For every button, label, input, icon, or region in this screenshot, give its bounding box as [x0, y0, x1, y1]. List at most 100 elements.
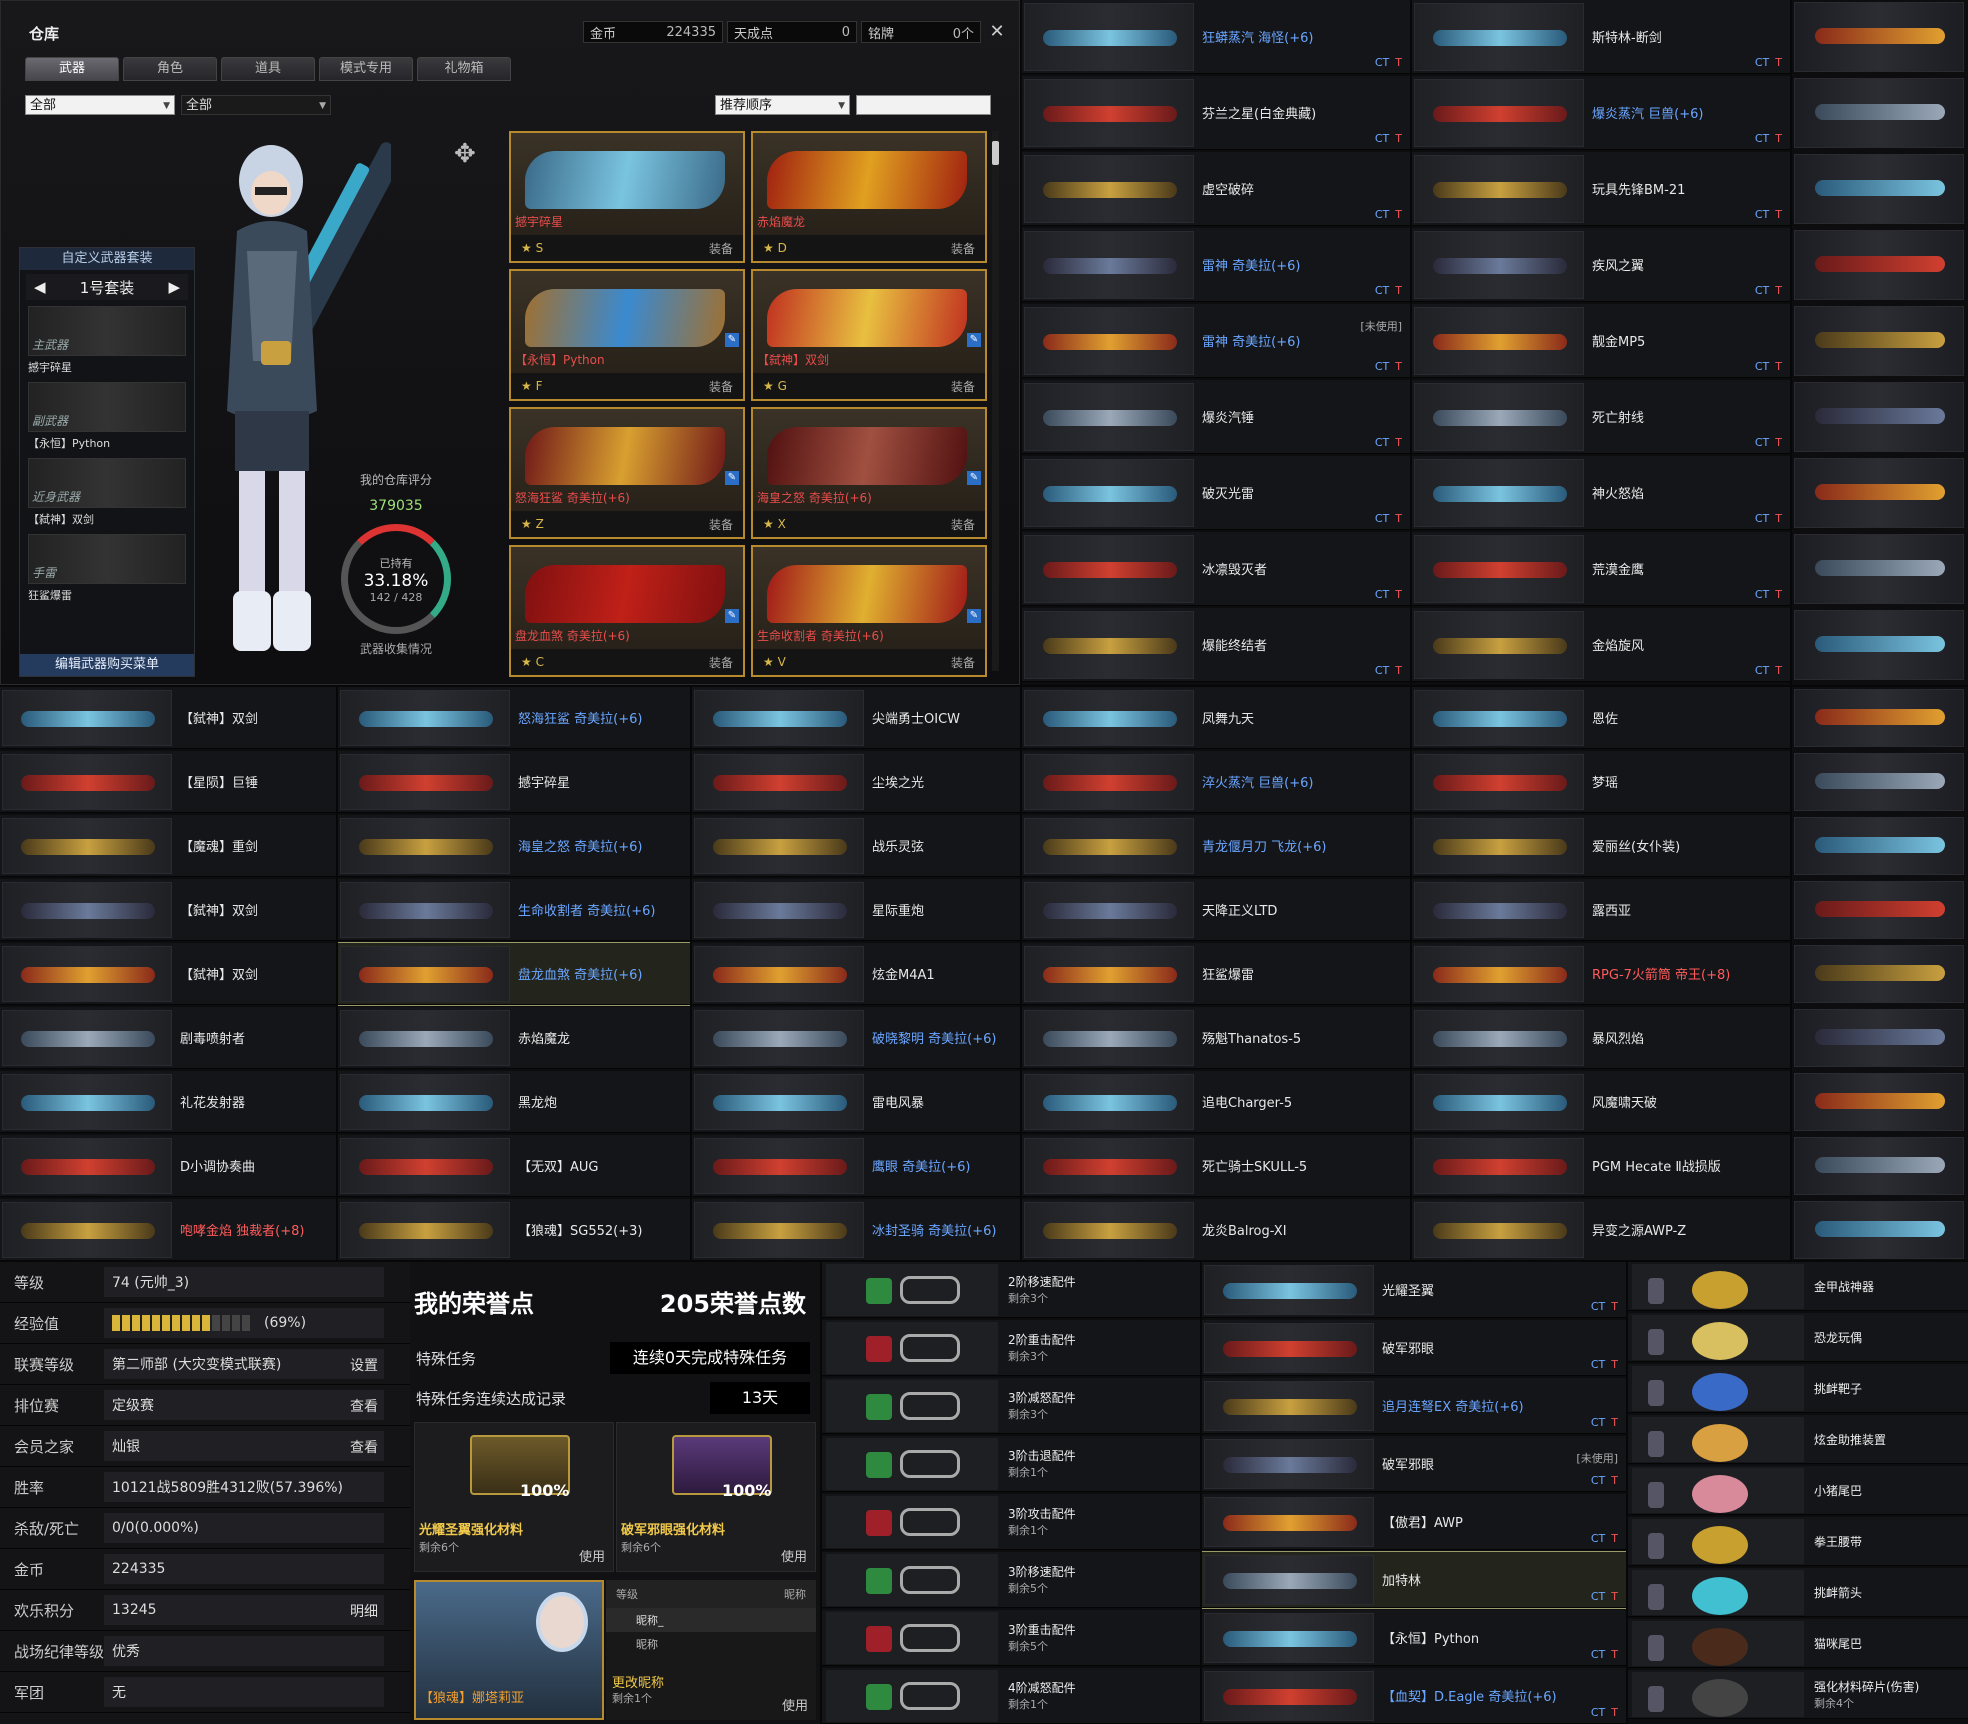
list-item[interactable]: 神火怒焰 CT T — [1412, 456, 1790, 530]
equip-button[interactable]: 装备 — [709, 654, 733, 671]
list-item[interactable]: 淬火蒸汽 巨兽(+6) — [1022, 751, 1410, 813]
sort-dropdown[interactable]: 推荐顺序 ▼ — [715, 95, 850, 115]
list-item[interactable]: 异变之源AWP-Z — [1412, 1199, 1790, 1260]
profile-action-button[interactable]: 查看 — [350, 1437, 378, 1457]
item-thumbnail[interactable] — [1794, 1073, 1964, 1131]
list-item[interactable]: 殇魁Thanatos-5 — [1022, 1007, 1410, 1069]
search-input[interactable] — [856, 95, 991, 115]
use-button[interactable]: 使用 — [782, 1695, 808, 1714]
list-item[interactable]: D小调协奏曲 — [0, 1135, 336, 1197]
chevron-left-icon[interactable]: ◀ — [34, 278, 46, 296]
list-item[interactable]: 金焰旋风 CT T — [1412, 608, 1790, 682]
list-item[interactable]: 海皇之怒 奇美拉(+6) — [338, 815, 690, 877]
list-item[interactable]: 雷神 奇美拉(+6) [未使用] CT T — [1022, 304, 1410, 378]
list-item[interactable]: 龙炎Balrog-XI — [1022, 1199, 1410, 1260]
list-item[interactable]: 黑龙炮 — [338, 1071, 690, 1133]
list-item[interactable]: 【血契】D.Eagle 奇美拉(+6) CT T — [1202, 1668, 1626, 1724]
item-thumbnail[interactable] — [1794, 458, 1964, 528]
tab-gift-box[interactable]: 礼物箱 — [417, 57, 511, 81]
item-thumbnail[interactable] — [1794, 881, 1964, 939]
list-item[interactable]: 怒海狂鲨 奇美拉(+6) — [338, 687, 690, 749]
character-card[interactable]: 【狼魂】娜塔莉亚 — [414, 1580, 604, 1720]
list-item[interactable]: 玩具先锋BM-21 CT T — [1412, 152, 1790, 226]
equip-button[interactable]: 装备 — [951, 378, 975, 395]
equip-button[interactable]: 装备 — [951, 240, 975, 257]
list-item[interactable]: RPG-7火箭筒 帝王(+8) — [1412, 943, 1790, 1005]
edit-weapon-menu-button[interactable]: 编辑武器购买菜单 — [20, 654, 194, 676]
part-item[interactable]: 2阶重击配件 剩余3个 — [822, 1320, 1200, 1376]
list-item[interactable]: 追月连弩EX 奇美拉(+6) CT T — [1202, 1378, 1626, 1434]
list-item[interactable]: 爆能终结者 CT T — [1022, 608, 1410, 682]
list-item[interactable]: 炫金M4A1 — [692, 943, 1020, 1005]
part-item[interactable]: 3阶重击配件 剩余5个 — [822, 1610, 1200, 1666]
accessory-item[interactable]: 恐龙玩偶 — [1628, 1313, 1968, 1362]
list-item[interactable]: 咆哮金焰 独裁者(+8) — [0, 1199, 336, 1260]
list-item[interactable]: 破灭光雷 CT T — [1022, 456, 1410, 530]
list-item[interactable]: 凤舞九天 — [1022, 687, 1410, 749]
list-item[interactable]: 雷神 奇美拉(+6) CT T — [1022, 228, 1410, 302]
list-item[interactable]: 星际重炮 — [692, 879, 1020, 941]
tab-items[interactable]: 道具 — [221, 57, 315, 81]
list-item[interactable]: 狂鲨爆雷 — [1022, 943, 1410, 1005]
list-item[interactable]: 虚空破碎 CT T — [1022, 152, 1410, 226]
item-thumbnail[interactable] — [1794, 2, 1964, 72]
list-item[interactable]: 【无双】AUG — [338, 1135, 690, 1197]
part-item[interactable]: 3阶减怒配件 剩余3个 — [822, 1378, 1200, 1434]
item-thumbnail[interactable] — [1794, 306, 1964, 376]
list-item[interactable]: 【魔魂】重剑 — [0, 815, 336, 877]
weapon-card[interactable]: 赤焰魔龙 ★ D 装备 — [751, 131, 987, 263]
item-thumbnail[interactable] — [1794, 230, 1964, 300]
accessory-item[interactable]: 挑衅箭头 — [1628, 1568, 1968, 1617]
list-item[interactable]: 死亡骑士SKULL-5 — [1022, 1135, 1410, 1197]
scrollbar[interactable] — [992, 131, 999, 671]
part-item[interactable]: 2阶移速配件 剩余3个 — [822, 1262, 1200, 1318]
tab-mode-items[interactable]: 模式专用 — [319, 57, 413, 81]
list-item[interactable]: 【弑神】双剑 — [0, 879, 336, 941]
profile-action-button[interactable]: 设置 — [350, 1355, 378, 1375]
equip-button[interactable]: 装备 — [951, 516, 975, 533]
weapon-card[interactable]: 生命收割者 奇美拉(+6) ✎ ★ V 装备 — [751, 545, 987, 677]
list-item[interactable]: 尘埃之光 — [692, 751, 1020, 813]
profile-action-button[interactable]: 明细 — [350, 1601, 378, 1621]
equip-button[interactable]: 装备 — [951, 654, 975, 671]
list-item[interactable]: 【弑神】双剑 — [0, 687, 336, 749]
list-item[interactable]: 爆炎汽锤 CT T — [1022, 380, 1410, 454]
list-item[interactable]: 天降正义LTD — [1022, 879, 1410, 941]
item-thumbnail[interactable] — [1794, 154, 1964, 224]
list-item[interactable]: 狂蟒蒸汽 海怪(+6) CT T — [1022, 0, 1410, 74]
use-button[interactable]: 使用 — [579, 1546, 605, 1565]
use-button[interactable]: 使用 — [781, 1546, 807, 1565]
list-item[interactable]: 死亡射线 CT T — [1412, 380, 1790, 454]
list-item[interactable]: 露西亚 — [1412, 879, 1790, 941]
list-item[interactable]: 【永恒】Python CT T — [1202, 1610, 1626, 1666]
part-item[interactable]: 4阶减怒配件 剩余1个 — [822, 1668, 1200, 1724]
weapon-card[interactable]: 【永恒】Python ✎ ★ F 装备 — [509, 269, 745, 401]
list-item[interactable]: 暴风烈焰 — [1412, 1007, 1790, 1069]
list-item[interactable]: 【弑神】双剑 — [0, 943, 336, 1005]
item-thumbnail[interactable] — [1794, 1009, 1964, 1067]
list-item[interactable]: 冰凛毁灭者 CT T — [1022, 532, 1410, 606]
accessory-item[interactable]: 金甲战神器 — [1628, 1262, 1968, 1311]
item-thumbnail[interactable] — [1794, 78, 1964, 148]
item-thumbnail[interactable] — [1794, 753, 1964, 811]
list-item[interactable]: 盘龙血煞 奇美拉(+6) — [338, 942, 690, 1006]
accessory-item[interactable]: 强化材料碎片(伤害) 剩余4个 — [1628, 1670, 1968, 1719]
item-thumbnail[interactable] — [1794, 610, 1964, 680]
equip-button[interactable]: 装备 — [709, 240, 733, 257]
list-item[interactable]: 破军邪眼 CT T — [1202, 1320, 1626, 1376]
accessory-item[interactable]: 炫金助推装置 — [1628, 1415, 1968, 1464]
list-item[interactable]: 战乐灵弦 — [692, 815, 1020, 877]
tab-characters[interactable]: 角色 — [123, 57, 217, 81]
weapon-card[interactable]: 盘龙血煞 奇美拉(+6) ✎ ★ C 装备 — [509, 545, 745, 677]
rotate-view-icon[interactable]: ✥ — [454, 139, 488, 173]
part-item[interactable]: 3阶击退配件 剩余1个 — [822, 1436, 1200, 1492]
weapon-card[interactable]: 撼宇碎星 ★ S 装备 — [509, 131, 745, 263]
weapon-card[interactable]: 怒海狂鲨 奇美拉(+6) ✎ ★ Z 装备 — [509, 407, 745, 539]
list-item[interactable]: 尖端勇士OICW — [692, 687, 1020, 749]
item-thumbnail[interactable] — [1794, 945, 1964, 1003]
list-item[interactable]: 剧毒喷射者 — [0, 1007, 336, 1069]
loadout-slot-grenade[interactable]: 手雷 狂鲨爆雷 — [28, 534, 186, 604]
list-item[interactable]: 雷电风暴 — [692, 1071, 1020, 1133]
item-thumbnail[interactable] — [1794, 817, 1964, 875]
list-item[interactable]: 爱丽丝(女仆装) — [1412, 815, 1790, 877]
